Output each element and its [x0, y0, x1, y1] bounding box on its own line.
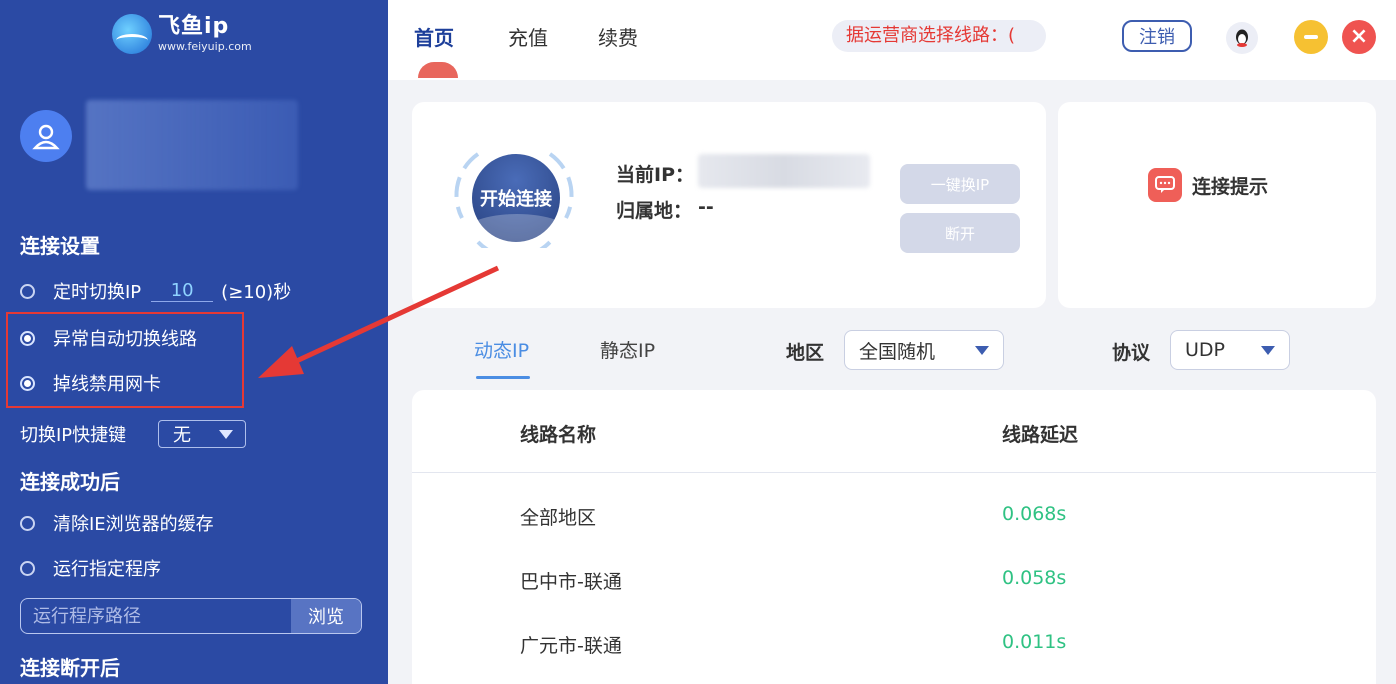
region-value: 全国随机	[859, 340, 936, 363]
run-program-label: 运行指定程序	[53, 559, 161, 580]
start-connect-label: 开始连接	[480, 189, 552, 210]
header-divider	[412, 472, 1376, 473]
after-success-title: 连接成功后	[20, 470, 120, 494]
timer-switch-option[interactable]: 定时切换IP 10 (≥10)秒	[20, 278, 291, 304]
hotkey-value: 无	[173, 425, 191, 446]
timer-interval-suffix: (≥10)秒	[221, 282, 292, 303]
qq-penguin-icon[interactable]	[1226, 22, 1258, 54]
user-icon	[32, 124, 60, 150]
fish-logo-icon	[112, 14, 152, 54]
start-connect-button[interactable]: 开始连接	[472, 154, 560, 242]
table-row-name[interactable]: 广元市-联通	[520, 631, 622, 658]
username-redacted	[86, 100, 298, 190]
clear-cache-label: 清除IE浏览器的缓存	[53, 514, 214, 535]
switch-ip-button[interactable]: 一键换IP	[900, 164, 1020, 204]
current-ip-label: 当前IP：	[616, 164, 694, 186]
hotkey-label: 切换IP快捷键	[20, 425, 127, 446]
brand-name: 飞鱼ip	[158, 14, 230, 39]
timer-interval-input[interactable]: 10	[151, 280, 214, 302]
dropdown-arrow-icon	[1261, 346, 1275, 355]
table-row-latency: 0.058s	[1002, 567, 1067, 589]
timer-switch-label: 定时切换IP	[53, 282, 142, 303]
logout-button[interactable]: 注销	[1122, 20, 1192, 52]
protocol-value: UDP	[1185, 339, 1225, 361]
close-button[interactable]: ×	[1342, 20, 1376, 54]
table-row-name[interactable]: 巴中市-联通	[520, 567, 622, 594]
app-logo: 飞鱼ip www.feiyuip.com	[112, 14, 252, 54]
hotkey-select[interactable]: 无	[158, 420, 246, 448]
minimize-button[interactable]	[1294, 20, 1328, 54]
tab-renew[interactable]: 续费	[598, 22, 638, 51]
notice-marquee: 据运营商选择线路：(	[832, 20, 1046, 52]
avatar[interactable]	[20, 110, 72, 162]
program-path-group: 浏览	[20, 598, 362, 634]
chat-bubble-icon	[1155, 176, 1175, 193]
sub-tab-indicator	[476, 376, 530, 379]
browse-button[interactable]: 浏览	[291, 599, 361, 633]
timer-switch-radio[interactable]	[20, 283, 35, 299]
dropdown-arrow-icon	[219, 430, 233, 439]
table-row-latency: 0.068s	[1002, 503, 1067, 525]
clear-cache-option[interactable]: 清除IE浏览器的缓存	[20, 510, 214, 536]
tab-static-ip[interactable]: 静态IP	[600, 336, 655, 363]
location-value: --	[698, 196, 714, 218]
run-program-option[interactable]: 运行指定程序	[20, 555, 161, 581]
tab-dynamic-ip[interactable]: 动态IP	[474, 336, 529, 363]
connection-tip-card[interactable]	[1058, 102, 1376, 308]
brand-url: www.feiyuip.com	[158, 40, 252, 53]
column-header-line-name: 线路名称	[520, 424, 597, 446]
clear-cache-radio[interactable]	[20, 515, 35, 531]
region-label: 地区	[786, 342, 825, 364]
program-path-input[interactable]	[21, 599, 291, 633]
table-row-latency: 0.011s	[1002, 631, 1067, 653]
connection-settings-title: 连接设置	[20, 234, 100, 258]
protocol-select[interactable]: UDP	[1170, 330, 1290, 370]
region-select[interactable]: 全国随机	[844, 330, 1004, 370]
penguin-icon	[1236, 29, 1248, 47]
disconnect-button[interactable]: 断开	[900, 213, 1020, 253]
dropdown-arrow-icon	[975, 346, 989, 355]
location-label: 归属地：	[616, 200, 693, 222]
column-header-latency: 线路延迟	[1002, 424, 1079, 446]
run-program-radio[interactable]	[20, 560, 35, 576]
tab-recharge[interactable]: 充值	[508, 22, 548, 51]
after-disconnect-title: 连接断开后	[20, 656, 120, 680]
annotation-highlight-box	[6, 312, 244, 408]
tab-home[interactable]: 首页	[414, 22, 454, 51]
message-icon	[1148, 168, 1182, 202]
protocol-label: 协议	[1112, 342, 1151, 364]
current-ip-redacted	[698, 154, 870, 188]
table-row-name[interactable]: 全部地区	[520, 503, 596, 530]
connection-tip-label: 连接提示	[1192, 176, 1269, 198]
